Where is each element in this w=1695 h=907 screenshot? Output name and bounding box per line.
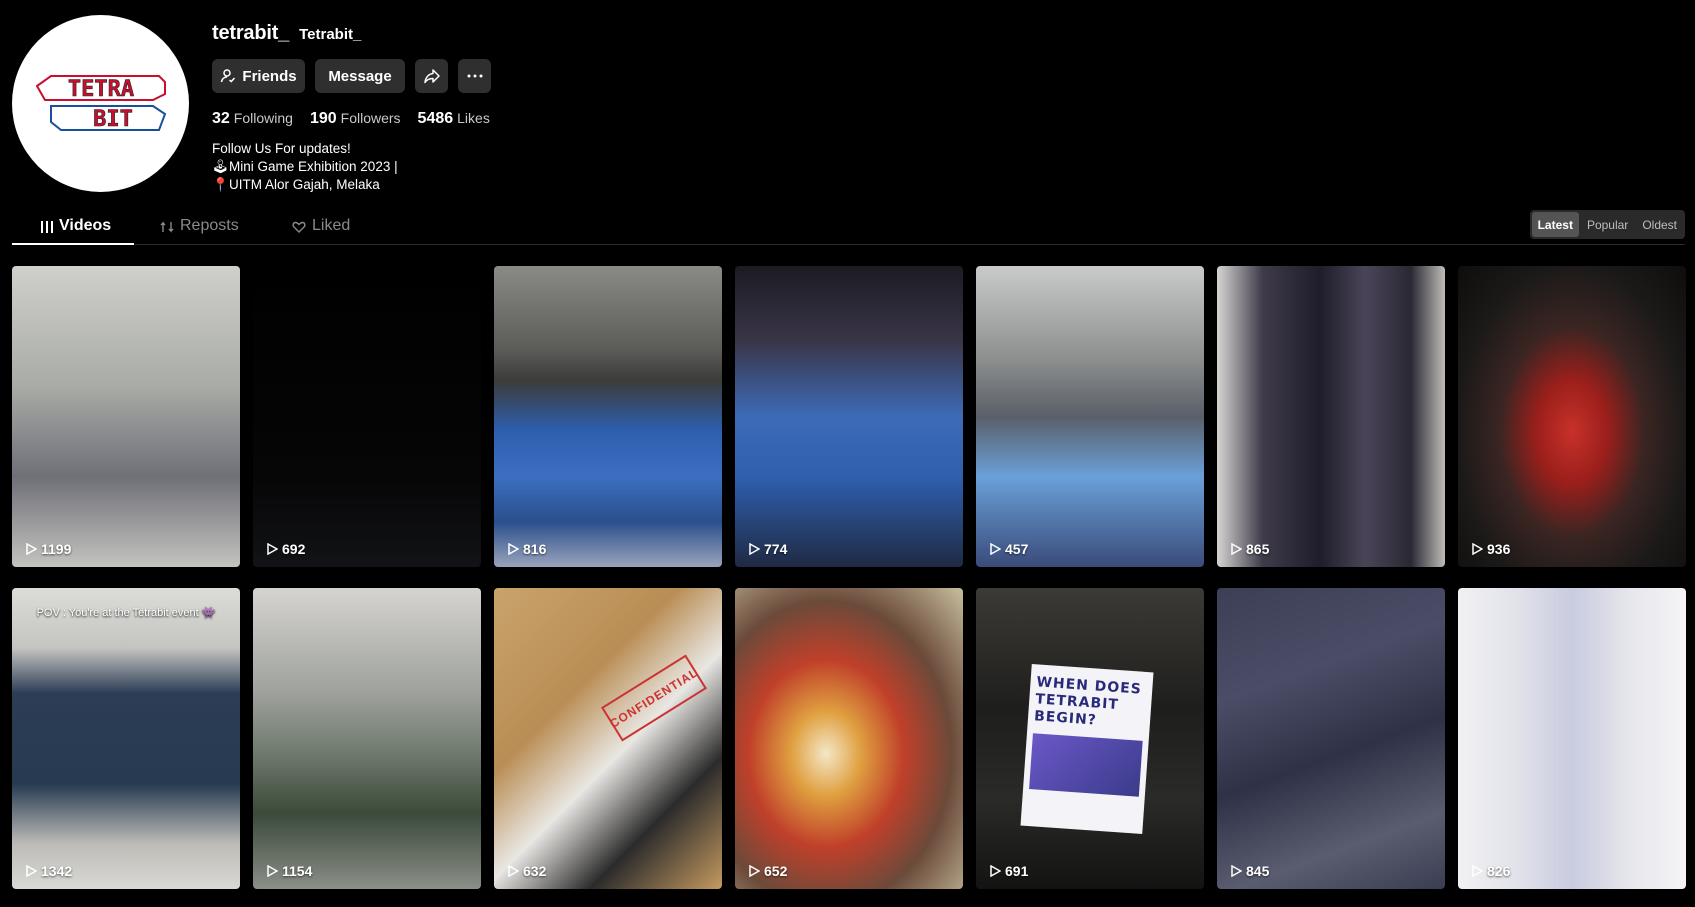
poster-title: WHEN DOES TETRABIT BEGIN?: [1033, 674, 1143, 729]
sort-oldest[interactable]: Oldest: [1636, 212, 1683, 237]
svg-text:TETRA: TETRA: [67, 77, 133, 102]
avatar[interactable]: TETRA BIT: [12, 15, 189, 192]
video-thumbnail[interactable]: WHEN DOES TETRABIT BEGIN? 691: [976, 588, 1204, 889]
tab-reposts-label: Reposts: [180, 217, 239, 234]
video-view-count: 826: [1471, 863, 1510, 879]
play-icon: [749, 543, 760, 555]
video-view-count: 652: [748, 863, 787, 879]
bio: Follow Us For updates! 🕹Mini Game Exhibi…: [212, 140, 812, 194]
video-thumbnail[interactable]: 652: [735, 588, 963, 889]
grid-icon: [41, 221, 53, 233]
video-thumbnail[interactable]: 774: [735, 266, 963, 567]
poster-image: [1029, 733, 1143, 797]
video-view-count: 457: [989, 541, 1028, 557]
likes-label: Likes: [457, 110, 490, 126]
bio-line: 📍UITM Alor Gajah, Melaka: [212, 177, 380, 192]
video-view-count: 1154: [266, 863, 312, 879]
video-caption: POV : You're at the Tetrabit event 👾: [36, 607, 216, 619]
play-icon: [267, 543, 278, 555]
friends-label: Friends: [242, 67, 297, 85]
message-button[interactable]: Message: [315, 59, 405, 93]
video-view-count: 692: [266, 541, 305, 557]
message-label: Message: [328, 67, 392, 85]
play-icon: [26, 865, 37, 877]
video-view-count: 691: [989, 863, 1028, 879]
video-thumbnail[interactable]: 936: [1458, 266, 1686, 567]
video-view-count: 845: [1230, 863, 1269, 879]
likes-count: 5486: [417, 110, 454, 127]
profile-tabs: Videos Reposts Liked: [12, 210, 1685, 245]
play-icon: [508, 543, 519, 555]
play-icon: [508, 865, 519, 877]
play-icon: [990, 865, 1001, 877]
more-dots-icon: [467, 74, 482, 78]
profile-page: TETRA BIT tetrabit_ Tetrabit_ Friends Me…: [0, 0, 1695, 907]
tab-videos[interactable]: Videos: [41, 210, 111, 245]
followers-count: 190: [309, 110, 337, 127]
more-options-button[interactable]: [458, 59, 491, 93]
profile-stats: 32 Following 190 Followers 5486 Likes: [212, 110, 812, 130]
share-icon: [423, 69, 440, 84]
share-button[interactable]: [415, 59, 448, 93]
likes-stat: 5486 Likes: [418, 110, 490, 128]
video-thumbnail[interactable]: CONFIDENTIAL 632: [494, 588, 722, 889]
video-view-count: 816: [507, 541, 546, 557]
sort-popular[interactable]: Popular: [1581, 212, 1634, 237]
followers-stat[interactable]: 190 Followers: [310, 110, 401, 128]
video-view-count: 865: [1230, 541, 1269, 557]
followers-label: Followers: [340, 110, 401, 126]
video-thumbnail[interactable]: 1154: [253, 588, 481, 889]
svg-text:BIT: BIT: [93, 107, 133, 132]
play-icon: [990, 543, 1001, 555]
active-tab-indicator: [12, 243, 134, 245]
play-icon: [1472, 543, 1483, 555]
confidential-stamp: CONFIDENTIAL: [600, 654, 708, 742]
play-icon: [1231, 543, 1242, 555]
nickname: Tetrabit_: [299, 26, 362, 43]
play-icon: [26, 543, 37, 555]
friends-button[interactable]: Friends: [212, 59, 305, 93]
video-view-count: 1199: [25, 541, 71, 557]
video-thumbnail[interactable]: 845: [1217, 588, 1445, 889]
repost-icon: [160, 221, 174, 233]
username: tetrabit_: [212, 22, 290, 44]
video-view-count: 936: [1471, 541, 1510, 557]
sort-latest[interactable]: Latest: [1531, 212, 1579, 237]
tab-liked[interactable]: Liked: [292, 210, 350, 245]
pin-icon: 📍: [212, 177, 229, 192]
video-thumbnail[interactable]: POV : You're at the Tetrabit event 👾 134…: [12, 588, 240, 889]
joystick-icon: 🕹: [212, 159, 230, 174]
video-view-count: 1342: [25, 863, 72, 879]
play-icon: [267, 865, 278, 877]
following-label: Following: [233, 110, 293, 126]
tab-videos-label: Videos: [59, 217, 112, 234]
bio-line: Follow Us For updates!: [212, 141, 351, 156]
bio-line: 🕹Mini Game Exhibition 2023 |: [212, 159, 398, 174]
heart-lock-icon: [292, 221, 306, 233]
sort-toggle: Latest Popular Oldest: [1529, 210, 1685, 239]
video-view-count: 774: [748, 541, 787, 557]
video-view-count: 632: [507, 863, 546, 879]
tab-reposts[interactable]: Reposts: [160, 210, 239, 245]
profile-info: tetrabit_ Tetrabit_ Friends Message 32 F…: [212, 22, 812, 194]
tab-liked-label: Liked: [312, 217, 351, 234]
video-thumbnail[interactable]: 1199: [12, 266, 240, 567]
user-check-icon: [221, 69, 236, 83]
play-icon: [1231, 865, 1242, 877]
video-thumbnail[interactable]: 816: [494, 266, 722, 567]
play-icon: [1472, 865, 1483, 877]
tetrabit-logo: TETRA BIT: [35, 74, 166, 132]
following-count: 32: [212, 110, 230, 127]
play-icon: [749, 865, 760, 877]
event-poster: WHEN DOES TETRABIT BEGIN?: [1020, 663, 1154, 835]
video-thumbnail[interactable]: 826: [1458, 588, 1686, 889]
video-thumbnail[interactable]: 457: [976, 266, 1204, 567]
video-thumbnail[interactable]: 692: [253, 266, 481, 567]
video-thumbnail[interactable]: 865: [1217, 266, 1445, 567]
following-stat[interactable]: 32 Following: [212, 110, 293, 128]
video-grid: 1199 692 816 774 457 865 936 POV : You'r…: [12, 266, 1686, 889]
